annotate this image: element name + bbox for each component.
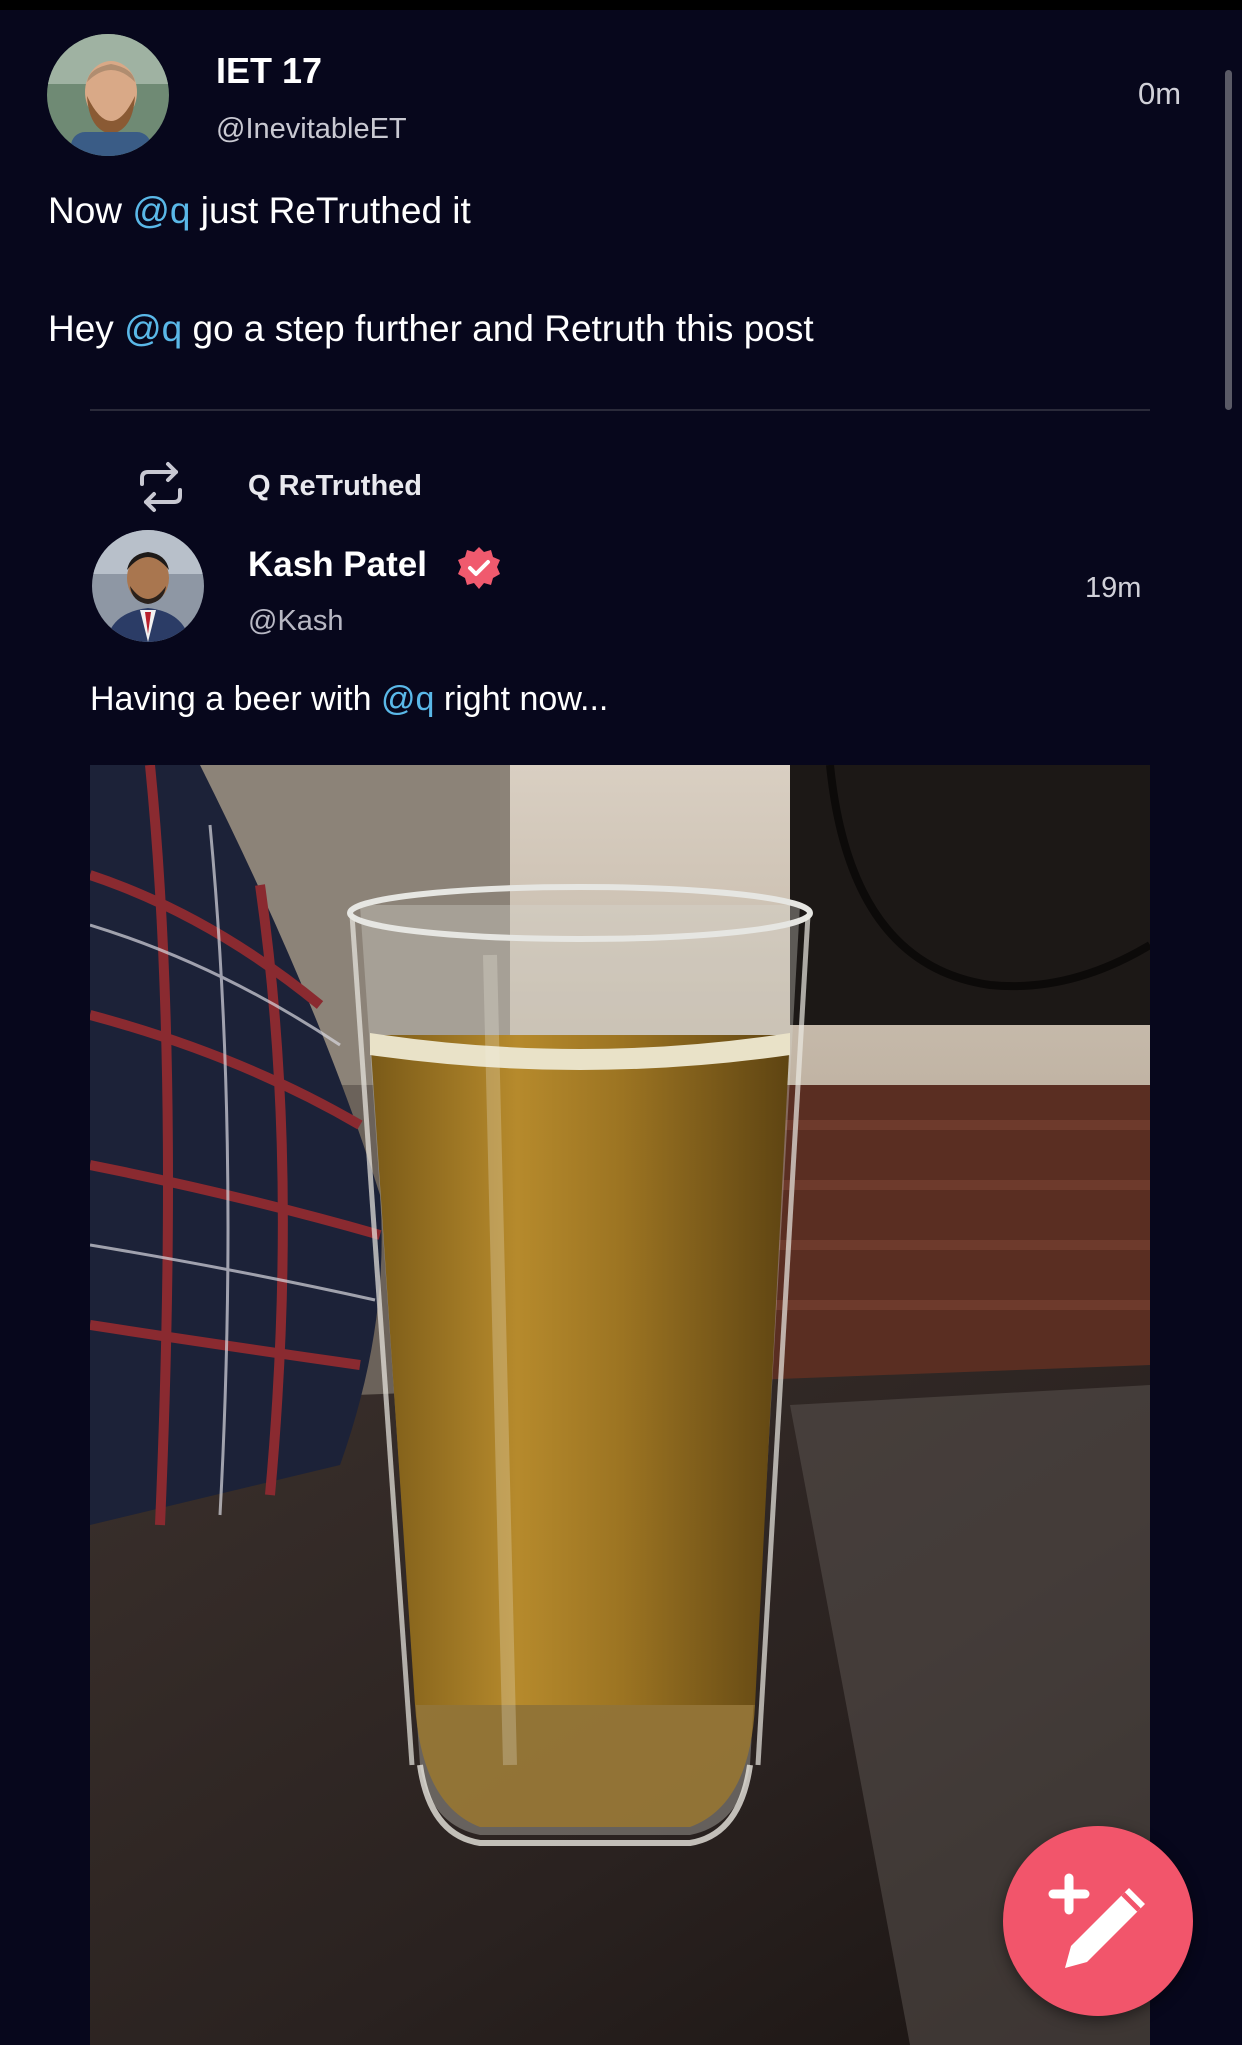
truth-post-screen: IET 17 @InevitableET 0m Now @q just ReTr… bbox=[0, 0, 1242, 2045]
mention-link[interactable]: @q bbox=[381, 680, 434, 718]
quoted-author-avatar[interactable] bbox=[92, 530, 204, 642]
quoted-author-avatar-image bbox=[92, 530, 204, 642]
post-timestamp: 0m bbox=[1138, 76, 1182, 111]
beer-glass-photo bbox=[90, 765, 1150, 2045]
mention-link[interactable]: @q bbox=[124, 308, 182, 349]
quoted-author-handle[interactable]: @Kash bbox=[248, 605, 344, 638]
mention-link[interactable]: @q bbox=[132, 190, 190, 231]
quoted-post-text: Having a beer with @q right now... bbox=[90, 680, 608, 719]
post-photo[interactable] bbox=[90, 765, 1150, 2045]
post-text: go a step further and Retruth this post bbox=[182, 308, 814, 349]
author-name[interactable]: IET 17 bbox=[216, 50, 322, 92]
author-avatar-image bbox=[47, 34, 169, 156]
author-handle[interactable]: @InevitableET bbox=[216, 113, 407, 146]
retruth-label: Q ReTruthed bbox=[248, 470, 423, 502]
post-text: Hey bbox=[48, 308, 125, 349]
post-text-line-1: Now @q just ReTruthed it bbox=[48, 190, 471, 232]
status-strip bbox=[0, 0, 1242, 10]
post-text-line-2: Hey @q go a step further and Retruth thi… bbox=[48, 308, 814, 350]
compose-pencil-icon bbox=[1048, 1873, 1145, 1968]
author-avatar[interactable] bbox=[47, 34, 169, 156]
post-text: just ReTruthed it bbox=[190, 190, 471, 231]
quoted-author-name[interactable]: Kash Patel bbox=[248, 545, 427, 585]
divider bbox=[90, 409, 1150, 411]
quoted-timestamp: 19m bbox=[1085, 572, 1142, 604]
retruth-icon bbox=[140, 462, 182, 512]
post-text: Now bbox=[48, 190, 133, 231]
scrollbar[interactable] bbox=[1225, 70, 1232, 410]
post-text: Having a beer with bbox=[90, 680, 382, 718]
verified-badge-icon bbox=[458, 547, 500, 589]
compose-button[interactable] bbox=[1003, 1826, 1193, 2016]
post-text: right now... bbox=[434, 680, 609, 718]
